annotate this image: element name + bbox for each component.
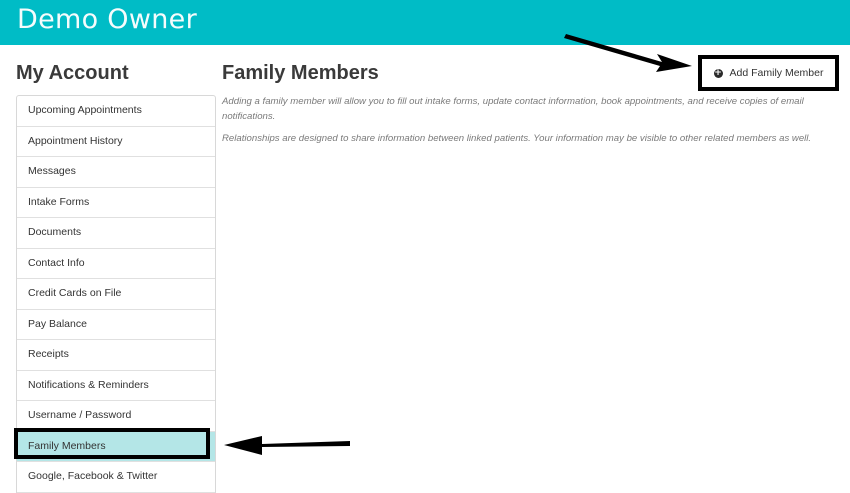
description-family-members: Adding a family member will allow you to…: [222, 96, 804, 122]
plus-circle-icon: +: [713, 67, 723, 78]
nav-item-family-members[interactable]: Family Members: [17, 431, 215, 462]
nav-item-upcoming-appointments[interactable]: Upcoming Appointments: [17, 96, 215, 127]
nav-item-credit-cards[interactable]: Credit Cards on File: [17, 279, 215, 310]
nav-item-appointment-history[interactable]: Appointment History: [17, 127, 215, 157]
account-nav: Upcoming Appointments Appointment Histor…: [16, 95, 216, 493]
sidebar-title: My Account: [16, 62, 129, 84]
nav-item-social-accounts[interactable]: Google, Facebook & Twitter: [17, 462, 215, 493]
app-header: Demo Owner: [0, 0, 850, 45]
nav-item-username-password[interactable]: Username / Password: [17, 401, 215, 432]
nav-item-intake-forms[interactable]: Intake Forms: [17, 188, 215, 218]
page: Demo Owner My Account Upcoming Appointme…: [0, 0, 850, 493]
nav-item-contact-info[interactable]: Contact Info: [17, 249, 215, 279]
add-family-member-label: Add Family Member: [729, 67, 824, 79]
nav-item-receipts[interactable]: Receipts: [17, 340, 215, 371]
header-title: Demo Owner: [17, 4, 197, 35]
add-family-member-button[interactable]: + Add Family Member: [698, 55, 839, 91]
nav-item-messages[interactable]: Messages: [17, 157, 215, 188]
nav-item-documents[interactable]: Documents: [17, 218, 215, 249]
page-title: Family Members: [222, 62, 379, 84]
description-relationships: Relationships are designed to share info…: [222, 133, 812, 144]
nav-item-notifications-reminders[interactable]: Notifications & Reminders: [17, 371, 215, 401]
annotation-arrow-to-nav: [224, 436, 350, 455]
nav-item-pay-balance[interactable]: Pay Balance: [17, 310, 215, 340]
